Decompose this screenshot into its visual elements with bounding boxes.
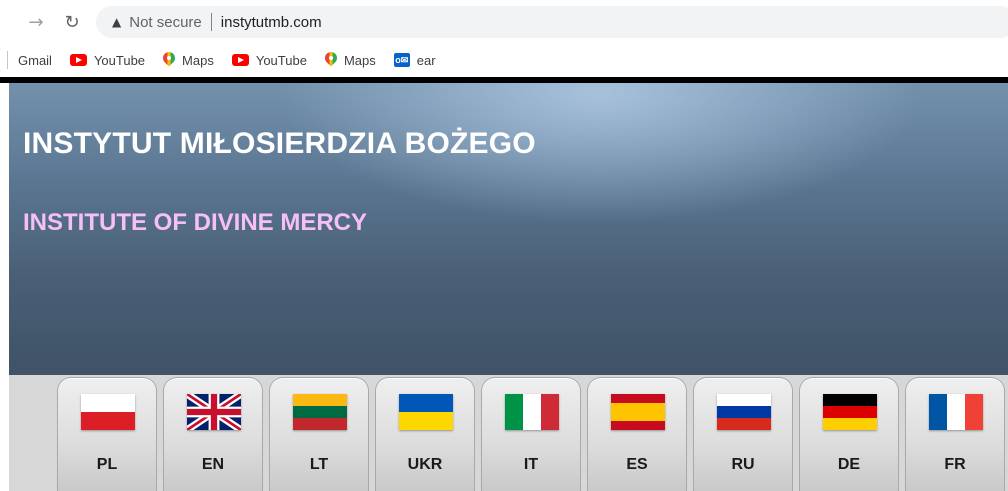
security-label[interactable]: Not secure	[129, 14, 202, 31]
bookmark-youtube[interactable]: YouTube	[69, 52, 146, 68]
warning-triangle-icon[interactable]: ▲	[112, 15, 121, 29]
forward-arrow-icon[interactable]: →	[24, 10, 48, 34]
bookmark-maps-2[interactable]: Maps	[325, 52, 376, 68]
bookmark-outlook[interactable]: o✉ ear	[393, 52, 436, 68]
bookmarks-separator	[0, 51, 8, 69]
uk-flag-icon	[187, 394, 241, 430]
site-header: INSTYTUT MIŁOSIERDZIA BOŻEGO INSTITUTE O…	[9, 83, 1008, 375]
site-title-english: INSTITUTE OF DIVINE MERCY	[23, 209, 368, 236]
language-tab-it[interactable]: IT	[481, 377, 581, 491]
youtube-icon	[69, 54, 87, 66]
youtube-icon	[231, 54, 249, 66]
language-selector: PL EN LT UKR IT ES RU DE FR	[9, 375, 1008, 491]
language-tab-fr[interactable]: FR	[905, 377, 1005, 491]
ukraine-flag-icon	[399, 394, 453, 430]
france-flag-icon	[929, 394, 983, 430]
language-code: RU	[731, 456, 755, 473]
bookmark-maps[interactable]: Maps	[163, 52, 214, 68]
spain-flag-icon	[611, 394, 665, 430]
poland-flag-icon	[81, 394, 135, 430]
language-code: EN	[201, 456, 225, 473]
language-code: IT	[523, 456, 539, 473]
russia-flag-icon	[717, 394, 771, 430]
language-code: ES	[626, 456, 648, 473]
reload-icon[interactable]: ↻	[60, 10, 84, 34]
site-title-polish: INSTYTUT MIŁOSIERDZIA BOŻEGO	[23, 127, 536, 160]
bookmarks-bar: Gmail YouTube Maps YouTube Maps o✉ ear	[0, 44, 1008, 76]
lithuania-flag-icon	[293, 394, 347, 430]
bookmark-youtube-2[interactable]: YouTube	[231, 52, 307, 68]
germany-flag-icon	[823, 394, 877, 430]
language-tab-ukr[interactable]: UKR	[375, 377, 475, 491]
maps-pin-icon	[325, 52, 337, 68]
bookmark-label: ear	[416, 52, 436, 68]
language-code: LT	[309, 456, 329, 473]
language-tab-en[interactable]: EN	[163, 377, 263, 491]
bookmark-label: YouTube	[93, 52, 146, 68]
language-tab-de[interactable]: DE	[799, 377, 899, 491]
bookmark-label: Gmail	[18, 52, 52, 68]
language-code: FR	[944, 456, 966, 473]
bookmark-label: YouTube	[255, 52, 307, 68]
language-code: DE	[837, 456, 861, 473]
address-bar[interactable]: ▲ Not secure instytutmb.com	[96, 6, 1008, 38]
omnibox-divider	[210, 13, 212, 31]
bookmark-gmail[interactable]: Gmail	[18, 53, 52, 68]
language-code: PL	[96, 456, 118, 473]
language-tab-ru[interactable]: RU	[693, 377, 793, 491]
language-tab-pl[interactable]: PL	[57, 377, 157, 491]
url-text[interactable]: instytutmb.com	[221, 14, 322, 31]
bookmark-label: Maps	[343, 52, 376, 68]
maps-pin-icon	[163, 52, 175, 68]
italy-flag-icon	[505, 394, 559, 430]
outlook-icon: o✉	[393, 53, 410, 67]
language-code: UKR	[407, 456, 443, 473]
language-tab-lt[interactable]: LT	[269, 377, 369, 491]
bookmark-label: Maps	[182, 52, 214, 68]
language-tab-es[interactable]: ES	[587, 377, 687, 491]
browser-toolbar: → ↻ ▲ Not secure instytutmb.com	[0, 0, 1008, 44]
